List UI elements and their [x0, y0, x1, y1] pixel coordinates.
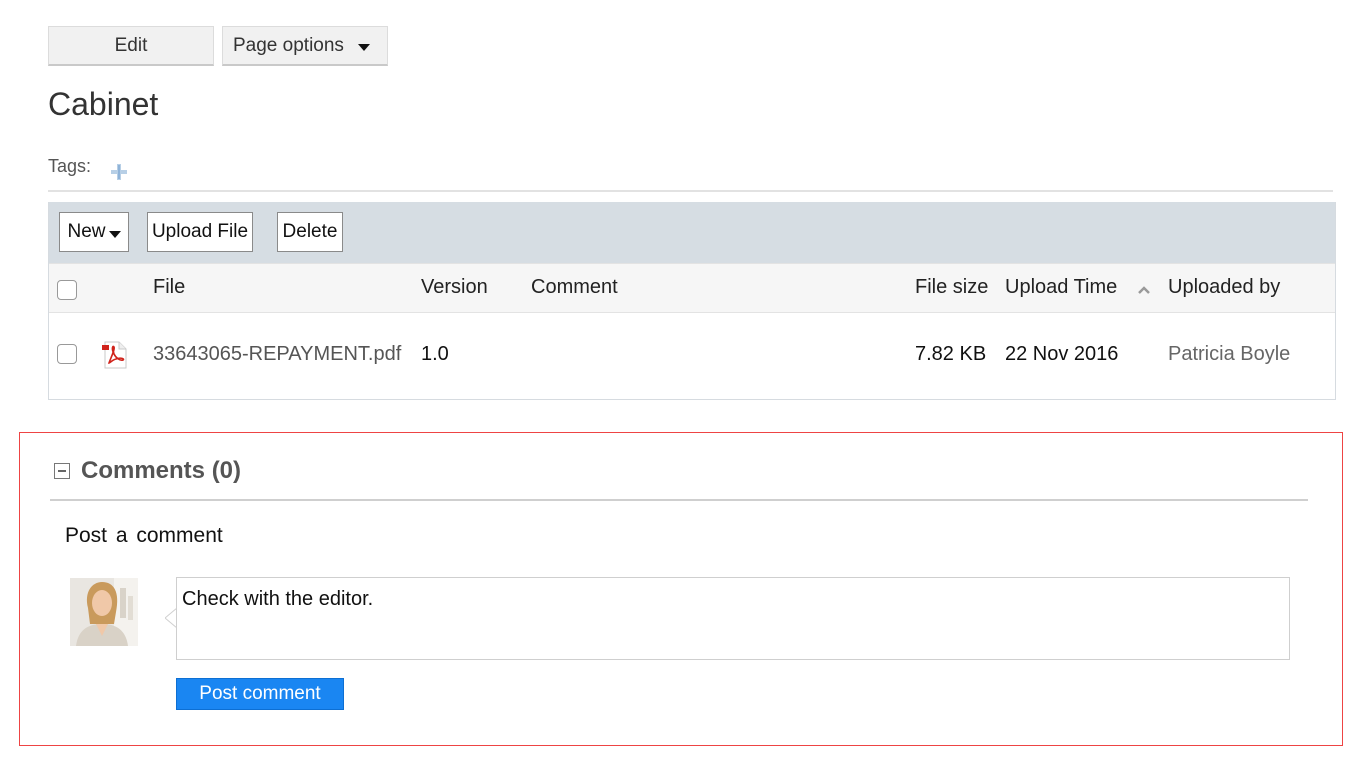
- upload-file-label: Upload File: [151, 221, 249, 242]
- avatar: [70, 578, 138, 646]
- post-comment-button[interactable]: Post comment: [176, 678, 344, 710]
- sort-ascending-icon[interactable]: [1137, 285, 1151, 295]
- table-row: 33643065-REPAYMENT.pdf 1.0 7.82 KB 22 No…: [49, 313, 1335, 397]
- edit-button[interactable]: Edit: [48, 26, 214, 66]
- new-button-label: New: [67, 221, 106, 242]
- page-options-label: Page options: [233, 34, 344, 56]
- column-header-version[interactable]: Version: [421, 276, 488, 299]
- table-header: File Version Comment File size Upload Ti…: [49, 263, 1335, 313]
- collapse-icon[interactable]: [54, 463, 70, 479]
- column-header-file-size[interactable]: File size: [915, 276, 988, 299]
- comments-title: Comments (0): [81, 457, 242, 484]
- page-title: Cabinet: [48, 86, 159, 122]
- delete-button[interactable]: Delete: [277, 212, 343, 252]
- file-version: 1.0: [421, 343, 449, 365]
- column-header-uploaded-by[interactable]: Uploaded by: [1168, 276, 1280, 299]
- upload-file-button[interactable]: Upload File: [147, 212, 253, 252]
- edit-button-label: Edit: [114, 34, 148, 56]
- pdf-icon: [102, 341, 127, 369]
- file-name-link[interactable]: 33643065-REPAYMENT.pdf: [153, 343, 401, 366]
- column-header-upload-time[interactable]: Upload Time: [1005, 276, 1117, 299]
- select-all-checkbox[interactable]: [57, 280, 77, 300]
- tags-label: Tags:: [48, 156, 92, 176]
- comment-input[interactable]: Check with the editor.: [176, 577, 1290, 660]
- divider: [50, 499, 1308, 501]
- page-options-button[interactable]: Page options: [222, 26, 388, 66]
- document-library: New Upload File Delete File Version Comm…: [48, 202, 1336, 400]
- caret-down-icon: [108, 230, 121, 238]
- add-tag-icon[interactable]: [110, 163, 128, 181]
- column-header-comment[interactable]: Comment: [531, 276, 618, 299]
- caret-down-icon: [357, 43, 370, 51]
- new-button[interactable]: New: [59, 212, 129, 252]
- post-comment-heading: Post a comment: [65, 524, 223, 547]
- comments-section: Comments (0) Post a comment Check with t…: [19, 432, 1343, 746]
- upload-time: 22 Nov 2016: [1005, 343, 1119, 365]
- column-header-file[interactable]: File: [153, 276, 185, 299]
- library-toolbar: New Upload File Delete: [49, 202, 1335, 263]
- divider: [48, 190, 1333, 192]
- file-size: 7.82 KB: [915, 343, 987, 365]
- delete-label: Delete: [282, 221, 338, 242]
- row-checkbox[interactable]: [57, 344, 77, 364]
- uploaded-by-link[interactable]: Patricia Boyle: [1168, 343, 1290, 366]
